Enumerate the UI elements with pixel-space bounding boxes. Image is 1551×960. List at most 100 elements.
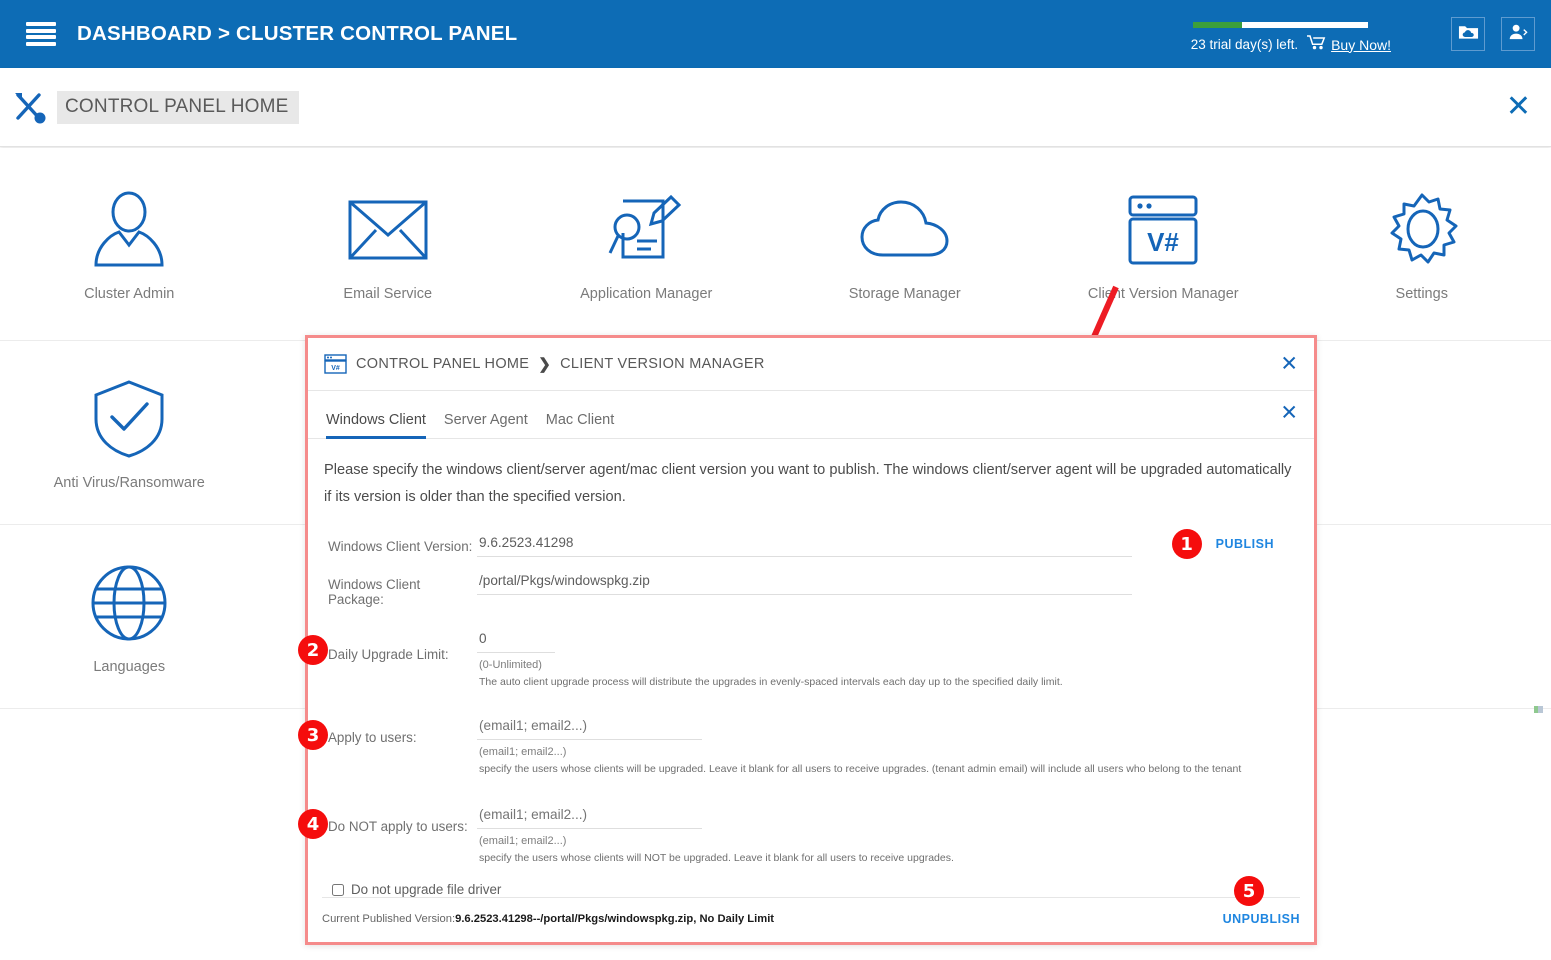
tile-label: Email Service: [343, 286, 433, 302]
tile-client-version-manager[interactable]: V# Client Version Manager: [1034, 148, 1293, 340]
dialog-close-icon[interactable]: ✕: [1280, 354, 1298, 375]
header-right-group: 23 trial day(s) left. Buy Now!: [1191, 0, 1551, 68]
svg-text:V#: V#: [1147, 227, 1179, 257]
annotation-badge-1: 1: [1171, 529, 1202, 559]
tile-row-1: Cluster Admin Email Service Application …: [0, 148, 1551, 341]
tile-label: Languages: [93, 658, 166, 675]
apply-to-users-input[interactable]: [477, 718, 702, 740]
scroll-indicator[interactable]: [1534, 700, 1543, 713]
do-not-apply-to-users-label: Do NOT apply to users:: [328, 819, 468, 834]
client-version-manager-icon: V#: [1122, 186, 1204, 274]
breadcrumb: DASHBOARD > CLUSTER CONTROL PANEL: [77, 22, 518, 45]
daily-upgrade-limit-description: The auto client upgrade process will dis…: [479, 676, 1063, 688]
breadcrumb-home-link[interactable]: CONTROL PANEL HOME: [356, 356, 529, 372]
do-not-upgrade-file-driver-label: Do not upgrade file driver: [351, 882, 502, 897]
tile-cluster-admin[interactable]: Cluster Admin: [0, 148, 259, 340]
do-not-upgrade-file-driver-row[interactable]: Do not upgrade file driver: [332, 882, 1300, 897]
dialog-body: Please specify the windows client/server…: [298, 439, 1314, 897]
dialog-tabs: Windows Client Server Agent Mac Client ✕: [308, 391, 1314, 439]
tile-label: Client Version Manager: [1087, 286, 1239, 302]
client-version-manager-dialog: V# CONTROL PANEL HOME ❯ CLIENT VERSION M…: [298, 335, 1317, 945]
daily-upgrade-limit-row: 2 Daily Upgrade Limit: (0-Unlimited) The…: [298, 631, 1300, 688]
tile-application-manager[interactable]: Application Manager: [517, 148, 776, 340]
windows-client-package-row: Windows Client Package:: [322, 573, 1300, 607]
breadcrumb-current: CLIENT VERSION MANAGER: [560, 356, 765, 372]
dialog-intro-text: Please specify the windows client/server…: [324, 462, 1292, 505]
buy-now-link[interactable]: Buy Now!: [1331, 37, 1391, 53]
current-published-version-value: 9.6.2523.41298--/portal/Pkgs/windowspkg.…: [455, 913, 775, 925]
annotation-badge-3: 3: [298, 720, 328, 750]
publish-group: 1 PUBLISH: [1171, 529, 1274, 559]
unpublish-group: 5 UNPUBLISH: [1223, 876, 1300, 926]
apply-to-users-row: 3 Apply to users: (email1; email2...) sp…: [298, 718, 1300, 775]
windows-client-package-label: Windows Client Package:: [328, 577, 421, 607]
daily-upgrade-limit-hint: (0-Unlimited): [479, 659, 542, 671]
user-logout-icon: [1508, 23, 1529, 46]
tab-windows-client[interactable]: Windows Client: [326, 412, 426, 439]
client-version-manager-icon: V#: [324, 354, 347, 374]
trial-days-text: 23 trial day(s) left.: [1190, 37, 1299, 52]
do-not-apply-to-users-description: specify the users whose clients will NOT…: [479, 852, 954, 864]
do-not-apply-to-users-hint: (email1; email2...): [479, 835, 567, 847]
globe-icon: [89, 559, 169, 647]
do-not-upgrade-file-driver-checkbox[interactable]: [332, 883, 344, 896]
cloud-folder-button[interactable]: [1451, 17, 1485, 51]
hamburger-line: [26, 41, 56, 46]
tile-label: Settings: [1395, 286, 1448, 302]
windows-client-version-row: Windows Client Version: 1 PUBLISH: [322, 529, 1300, 559]
page-title: CONTROL PANEL HOME: [57, 90, 299, 124]
user-account-button[interactable]: [1501, 17, 1535, 51]
tab-server-agent[interactable]: Server Agent: [444, 412, 528, 438]
trial-status: 23 trial day(s) left. Buy Now!: [1191, 14, 1391, 55]
gear-icon: [1382, 186, 1462, 274]
unpublish-button[interactable]: UNPUBLISH: [1223, 912, 1300, 926]
publish-button[interactable]: PUBLISH: [1216, 537, 1274, 551]
hamburger-line: [26, 22, 56, 26]
apply-to-users-label: Apply to users:: [328, 730, 417, 745]
cluster-admin-icon: [88, 186, 170, 274]
tile-settings[interactable]: Settings: [1293, 148, 1551, 340]
tile-label: Anti Virus/Ransomware: [53, 474, 205, 491]
tile-languages[interactable]: Languages: [0, 525, 259, 708]
windows-client-version-input[interactable]: [477, 535, 1132, 557]
tile-email-service[interactable]: Email Service: [259, 148, 518, 340]
tile-empty: [1293, 341, 1551, 524]
windows-client-package-input[interactable]: [477, 573, 1132, 595]
close-icon[interactable]: ✕: [1506, 92, 1531, 122]
tile-empty: [1293, 525, 1551, 708]
do-not-apply-to-users-row: 4 Do NOT apply to users: (email1; email2…: [298, 807, 1300, 864]
tile-storage-manager[interactable]: Storage Manager: [776, 148, 1035, 340]
tile-label: Storage Manager: [848, 286, 961, 302]
tab-mac-client[interactable]: Mac Client: [546, 412, 615, 438]
dialog-breadcrumb: CONTROL PANEL HOME ❯ CLIENT VERSION MANA…: [356, 355, 765, 373]
current-published-version-prefix: Current Published Version:: [322, 913, 456, 925]
cloud-folder-icon: [1458, 23, 1479, 46]
daily-upgrade-limit-input[interactable]: [477, 631, 555, 653]
email-envelope-icon: [347, 186, 429, 274]
shield-check-icon: [92, 375, 166, 463]
daily-upgrade-limit-label: Daily Upgrade Limit:: [328, 647, 449, 662]
annotation-badge-2: 2: [298, 635, 328, 665]
tile-label: Cluster Admin: [84, 286, 175, 302]
tile-anti-virus-ransomware[interactable]: Anti Virus/Ransomware: [0, 341, 259, 524]
hamburger-line: [26, 28, 56, 33]
dialog-footer: Current Published Version:9.6.2523.41298…: [322, 876, 1300, 926]
apply-to-users-description: specify the users whose clients will be …: [479, 763, 1242, 775]
do-not-apply-to-users-input[interactable]: [477, 807, 702, 829]
tools-icon: [9, 87, 49, 127]
annotation-badge-5: 5: [1234, 876, 1264, 906]
svg-text:V#: V#: [331, 365, 340, 372]
dialog-header: V# CONTROL PANEL HOME ❯ CLIENT VERSION M…: [308, 338, 1314, 391]
shopping-cart-icon: [1307, 34, 1326, 55]
current-published-version: Current Published Version:9.6.2523.41298…: [322, 913, 774, 925]
top-header-bar: DASHBOARD > CLUSTER CONTROL PANEL 23 tri…: [0, 0, 1551, 68]
control-panel-home-bar: CONTROL PANEL HOME ✕: [0, 68, 1551, 147]
tab-panel-close-icon[interactable]: ✕: [1280, 403, 1298, 424]
cloud-icon: [859, 186, 951, 274]
tile-label: Application Manager: [580, 286, 713, 302]
hamburger-menu-icon[interactable]: [26, 22, 56, 46]
apply-to-users-hint: (email1; email2...): [479, 746, 567, 758]
trial-progress-bar: [1192, 21, 1368, 28]
application-manager-icon: [605, 186, 687, 274]
chevron-right-icon: ❯: [538, 356, 552, 373]
